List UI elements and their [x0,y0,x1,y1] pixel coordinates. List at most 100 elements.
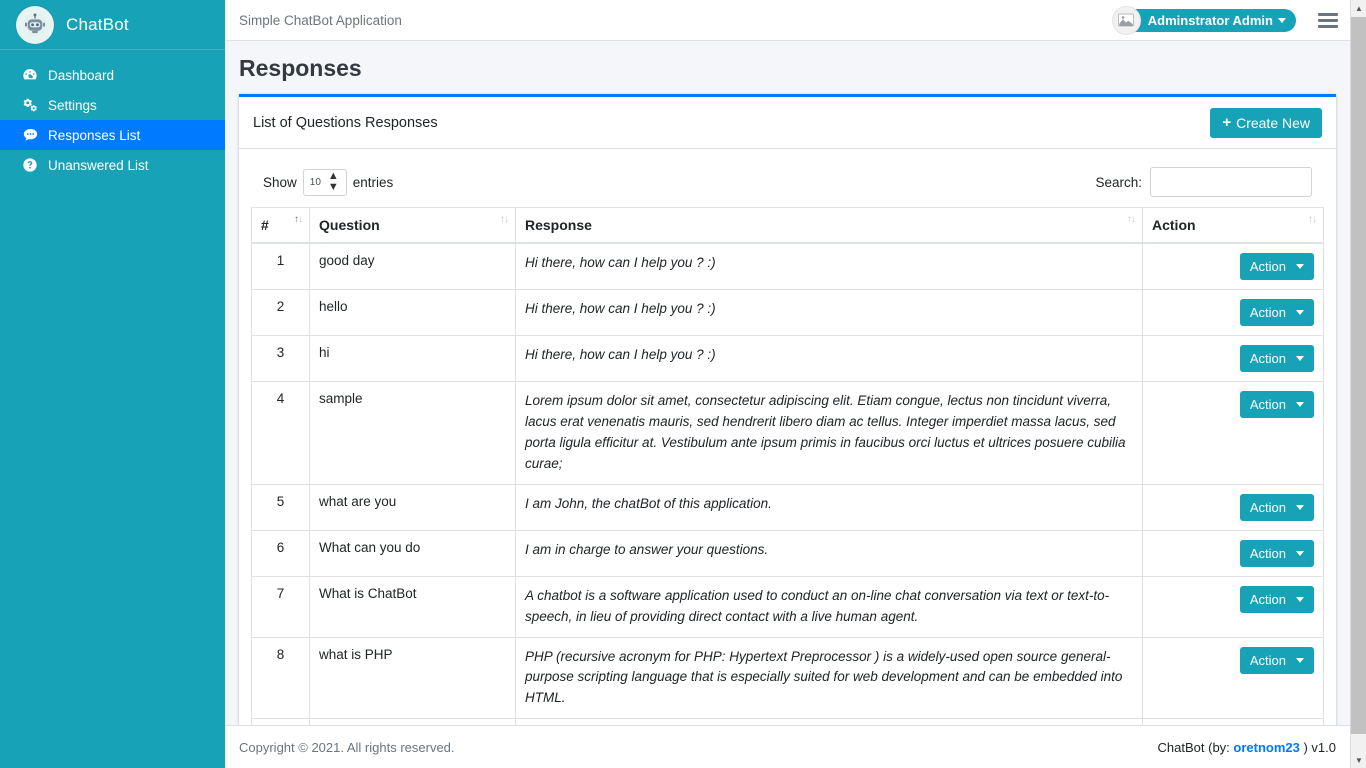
scroll-up-arrow-icon[interactable]: ▲ [1351,0,1366,16]
create-new-label: Create New [1236,114,1310,131]
row-action-button[interactable]: Action [1239,539,1314,567]
cell-response: Lorem ipsum dolor sit amet, consectetur … [515,381,1143,485]
sidebar-item-responses-list[interactable]: Responses List [0,120,225,150]
column-label: Action [1152,217,1196,233]
column-header-response[interactable]: Response ↑↓ [515,207,1143,244]
browser-scrollbar[interactable]: ▲ ▼ [1350,0,1366,768]
cell-response: A chatbot is a software application used… [515,575,1143,638]
question-circle-icon [22,157,44,173]
cell-response: I am John, the chatBot of this applicati… [515,483,1143,531]
row-action-button[interactable]: Action [1239,585,1314,613]
cell-question: what are you [309,483,516,531]
cell-action: Action [1142,381,1324,485]
tachometer-icon [22,67,44,83]
row-action-label: Action [1249,305,1286,320]
entries-length-control: Show 10 ▲ ▼ entries [263,168,393,196]
sidebar-item-unanswered-list[interactable]: Unanswered List [0,150,225,180]
search-filter: Search: [1095,167,1312,197]
sidebar-item-label: Responses List [48,127,141,143]
chevron-down-icon [1296,657,1304,663]
cell-action: Action [1142,289,1324,336]
sort-arrows-icon: ↑↓ [1127,214,1136,225]
scroll-down-arrow-icon[interactable]: ▼ [1351,752,1366,768]
robot-avatar-icon [16,5,54,44]
main-area: Simple ChatBot Application Adminstrator … [225,0,1350,768]
card-body: Show 10 ▲ ▼ entries Search: # ↑↓ Questio… [239,149,1336,768]
column-label: Question [319,217,380,233]
cell-num: 4 [251,381,310,485]
cell-question: hello [309,289,516,336]
table-row: 2 hello Hi there, how can I help you ? :… [251,289,1324,336]
chevron-down-icon [1296,550,1304,556]
app-title: Simple ChatBot Application [239,12,402,28]
table-row: 7 What is ChatBot A chatbot is a softwar… [251,575,1324,638]
column-header-action[interactable]: Action ↑↓ [1142,207,1324,244]
page-length-select[interactable]: 10 ▲ ▼ [302,168,347,196]
app-root: ChatBot Dashboard Settings Responses Lis… [0,0,1366,768]
responses-table: # ↑↓ Question ↑↓ Response ↑↓ Action ↑↓ 1… [251,207,1324,768]
comment-icon [22,127,44,143]
row-action-label: Action [1249,545,1286,561]
chevron-down-icon [1296,402,1304,407]
search-input[interactable] [1150,167,1312,197]
hamburger-bar [1318,24,1338,28]
table-body: 1 good day Hi there, how can I help you … [251,242,1324,768]
card-title: List of Questions Responses [253,114,438,131]
cell-action: Action [1142,242,1324,290]
table-header-row: # ↑↓ Question ↑↓ Response ↑↓ Action ↑↓ [251,207,1324,244]
plus-icon: + [1222,114,1232,131]
row-action-button[interactable]: Action [1239,253,1314,280]
cell-action: Action [1142,335,1324,382]
sidebar-item-settings[interactable]: Settings [0,90,225,120]
user-menu-button[interactable]: Adminstrator Admin [1111,5,1296,35]
sidebar-nav: Dashboard Settings Responses List Unansw… [0,50,225,180]
table-row: 4 sample Lorem ipsum dolor sit amet, con… [251,381,1324,485]
sidebar-brand[interactable]: ChatBot [0,0,225,50]
row-action-button[interactable]: Action [1239,299,1314,326]
cell-num: 7 [251,575,310,638]
column-label: # [261,217,269,233]
cell-response: PHP (recursive acronym for PHP: Hypertex… [515,636,1143,720]
table-row: 8 what is PHP PHP (recursive acronym for… [251,636,1324,720]
chevron-down-icon [1296,264,1304,269]
column-header-question[interactable]: Question ↑↓ [309,207,516,244]
row-action-button[interactable]: Action [1239,345,1314,372]
author-link[interactable]: oretnom23 [1233,740,1299,755]
sort-arrows-icon: ↑↓ [500,214,509,225]
page-footer: Copyright © 2021. All rights reserved. C… [225,725,1350,768]
sidebar-item-label: Settings [48,97,97,113]
copyright-text: Copyright © 2021. All rights reserved. [239,739,455,755]
topbar: Simple ChatBot Application Adminstrator … [225,0,1350,41]
row-action-button[interactable]: Action [1239,493,1314,521]
table-row: 3 hi Hi there, how can I help you ? :) A… [251,335,1324,382]
sidebar-item-dashboard[interactable]: Dashboard [0,60,225,90]
cell-response: I am in charge to answer your questions. [515,529,1143,577]
footer-credit: ChatBot (by: oretnom23 ) v1.0 [1158,740,1336,755]
cell-question: what is PHP [309,636,516,720]
cell-num: 3 [251,335,310,382]
table-row: 5 what are you I am John, the chatBot of… [251,483,1324,531]
scrollbar-thumb[interactable] [1351,17,1366,734]
page-title: Responses [239,55,362,81]
cell-num: 2 [251,289,310,336]
card-header: List of Questions Responses + Create New [239,97,1336,149]
row-action-button[interactable]: Action [1239,391,1314,418]
cell-response: Hi there, how can I help you ? :) [515,335,1143,382]
chevron-down-icon [1296,310,1304,315]
responses-card: List of Questions Responses + Create New… [239,94,1336,768]
column-label: Response [525,217,592,233]
sidebar-item-label: Unanswered List [48,157,149,173]
hamburger-bar [1318,12,1338,16]
row-action-button[interactable]: Action [1239,646,1314,674]
cell-action: Action [1142,575,1324,638]
sort-arrows-icon: ↑↓ [294,214,303,225]
hamburger-icon[interactable] [1318,12,1338,28]
topbar-right: Adminstrator Admin [1111,5,1350,35]
column-header-num[interactable]: # ↑↓ [251,207,310,244]
brand-title: ChatBot [66,14,129,34]
sort-arrows-icon: ↑↓ [1308,214,1317,225]
cell-question: hi [309,335,516,382]
sidebar-item-label: Dashboard [48,67,115,83]
create-new-button[interactable]: + Create New [1210,107,1322,138]
row-action-label: Action [1249,259,1286,274]
